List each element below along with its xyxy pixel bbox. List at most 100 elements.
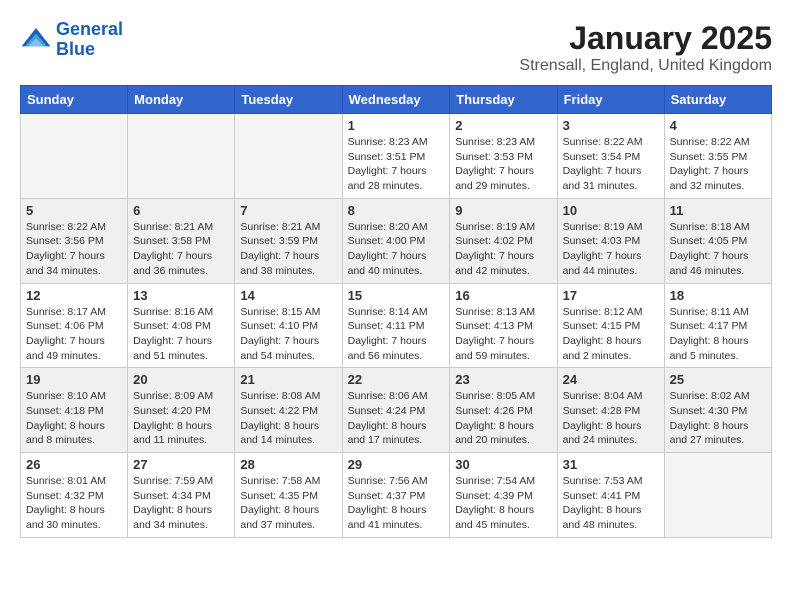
day-info: Sunrise: 8:22 AMSunset: 3:55 PMDaylight:… <box>670 135 766 194</box>
logo-text: General Blue <box>56 20 123 60</box>
calendar: Sunday Monday Tuesday Wednesday Thursday… <box>20 85 772 538</box>
day-number: 3 <box>563 118 659 133</box>
day-info: Sunrise: 8:22 AMSunset: 3:56 PMDaylight:… <box>26 220 122 279</box>
table-row: 17Sunrise: 8:12 AMSunset: 4:15 PMDayligh… <box>557 283 664 368</box>
day-info: Sunrise: 8:20 AMSunset: 4:00 PMDaylight:… <box>348 220 445 279</box>
day-info: Sunrise: 8:21 AMSunset: 3:59 PMDaylight:… <box>240 220 336 279</box>
table-row: 28 Sunrise: 7:58 AMSunset: 4:35 PMDayligh… <box>235 453 342 538</box>
day-info: Sunrise: 8:15 AMSunset: 4:10 PMDaylight:… <box>240 305 336 364</box>
day-number: 11 <box>670 203 766 218</box>
header-sunday: Sunday <box>21 86 128 114</box>
calendar-week-row: 5 Sunrise: 8:22 AMSunset: 3:56 PMDaylight… <box>21 198 772 283</box>
day-number: 27 <box>133 457 229 472</box>
calendar-week-row: 12 Sunrise: 8:17 AMSunset: 4:06 PMDayligh… <box>21 283 772 368</box>
table-row <box>21 114 128 199</box>
table-row: 10 Sunrise: 8:19 AMSunset: 4:03 PMDayligh… <box>557 198 664 283</box>
table-row: 2 Sunrise: 8:23 AMSunset: 3:53 PMDaylight… <box>450 114 557 199</box>
month-title: January 2025 <box>519 20 772 57</box>
day-info: Sunrise: 8:04 AMSunset: 4:28 PMDaylight:… <box>563 389 659 448</box>
table-row: 18 Sunrise: 8:11 AMSunset: 4:17 PMDayligh… <box>664 283 771 368</box>
table-row: 15Sunrise: 8:14 AMSunset: 4:11 PMDayligh… <box>342 283 450 368</box>
day-info: Sunrise: 8:12 AMSunset: 4:15 PMDaylight:… <box>563 305 659 364</box>
table-row: 21 Sunrise: 8:08 AMSunset: 4:22 PMDayligh… <box>235 368 342 453</box>
table-row <box>235 114 342 199</box>
day-number: 24 <box>563 372 659 387</box>
table-row: 22 Sunrise: 8:06 AMSunset: 4:24 PMDayligh… <box>342 368 450 453</box>
day-info: Sunrise: 8:17 AMSunset: 4:06 PMDaylight:… <box>26 305 122 364</box>
day-number: 25 <box>670 372 766 387</box>
table-row: 3 Sunrise: 8:22 AMSunset: 3:54 PMDaylight… <box>557 114 664 199</box>
table-row: 13Sunrise: 8:16 AMSunset: 4:08 PMDayligh… <box>128 283 235 368</box>
day-number: 19 <box>26 372 122 387</box>
calendar-week-row: 26 Sunrise: 8:01 AMSunset: 4:32 PMDayligh… <box>21 453 772 538</box>
day-info: Sunrise: 8:22 AMSunset: 3:54 PMDaylight:… <box>563 135 659 194</box>
day-number: 4 <box>670 118 766 133</box>
day-info: Sunrise: 8:08 AMSunset: 4:22 PMDaylight:… <box>240 389 336 448</box>
day-info: Sunrise: 8:06 AMSunset: 4:24 PMDaylight:… <box>348 389 445 448</box>
day-number: 9 <box>455 203 551 218</box>
day-info: Sunrise: 7:53 AMSunset: 4:41 PMDaylight:… <box>563 474 659 533</box>
day-number: 29 <box>348 457 445 472</box>
day-info: Sunrise: 8:19 AMSunset: 4:03 PMDaylight:… <box>563 220 659 279</box>
table-row: 8 Sunrise: 8:20 AMSunset: 4:00 PMDaylight… <box>342 198 450 283</box>
day-number: 23 <box>455 372 551 387</box>
day-number: 16 <box>455 288 551 303</box>
day-number: 18 <box>670 288 766 303</box>
day-info: Sunrise: 8:23 AMSunset: 3:53 PMDaylight:… <box>455 135 551 194</box>
header-thursday: Thursday <box>450 86 557 114</box>
day-number: 12 <box>26 288 122 303</box>
day-number: 31 <box>563 457 659 472</box>
day-number: 14 <box>240 288 336 303</box>
table-row: 30 Sunrise: 7:54 AMSunset: 4:39 PMDayligh… <box>450 453 557 538</box>
header-wednesday: Wednesday <box>342 86 450 114</box>
day-number: 20 <box>133 372 229 387</box>
day-info: Sunrise: 7:54 AMSunset: 4:39 PMDaylight:… <box>455 474 551 533</box>
table-row: 4 Sunrise: 8:22 AMSunset: 3:55 PMDaylight… <box>664 114 771 199</box>
table-row: 27 Sunrise: 7:59 AMSunset: 4:34 PMDayligh… <box>128 453 235 538</box>
table-row: 12 Sunrise: 8:17 AMSunset: 4:06 PMDayligh… <box>21 283 128 368</box>
day-info: Sunrise: 7:56 AMSunset: 4:37 PMDaylight:… <box>348 474 445 533</box>
day-info: Sunrise: 8:19 AMSunset: 4:02 PMDaylight:… <box>455 220 551 279</box>
day-number: 21 <box>240 372 336 387</box>
calendar-week-row: 19 Sunrise: 8:10 AMSunset: 4:18 PMDayligh… <box>21 368 772 453</box>
day-info: Sunrise: 8:21 AMSunset: 3:58 PMDaylight:… <box>133 220 229 279</box>
table-row: 1Sunrise: 8:23 AMSunset: 3:51 PMDaylight… <box>342 114 450 199</box>
header-tuesday: Tuesday <box>235 86 342 114</box>
day-info: Sunrise: 8:01 AMSunset: 4:32 PMDaylight:… <box>26 474 122 533</box>
logo-icon <box>20 24 52 56</box>
day-number: 2 <box>455 118 551 133</box>
table-row: 26 Sunrise: 8:01 AMSunset: 4:32 PMDayligh… <box>21 453 128 538</box>
day-number: 6 <box>133 203 229 218</box>
table-row: 5 Sunrise: 8:22 AMSunset: 3:56 PMDaylight… <box>21 198 128 283</box>
day-info: Sunrise: 7:59 AMSunset: 4:34 PMDaylight:… <box>133 474 229 533</box>
header-friday: Friday <box>557 86 664 114</box>
table-row: 11 Sunrise: 8:18 AMSunset: 4:05 PMDayligh… <box>664 198 771 283</box>
day-info: Sunrise: 8:14 AMSunset: 4:11 PMDaylight:… <box>348 305 445 364</box>
header-monday: Monday <box>128 86 235 114</box>
logo: General Blue <box>20 20 123 60</box>
day-number: 26 <box>26 457 122 472</box>
day-info: Sunrise: 8:13 AMSunset: 4:13 PMDaylight:… <box>455 305 551 364</box>
day-info: Sunrise: 8:05 AMSunset: 4:26 PMDaylight:… <box>455 389 551 448</box>
table-row: 25Sunrise: 8:02 AMSunset: 4:30 PMDayligh… <box>664 368 771 453</box>
table-row: 6 Sunrise: 8:21 AMSunset: 3:58 PMDaylight… <box>128 198 235 283</box>
day-info: Sunrise: 7:58 AMSunset: 4:35 PMDaylight:… <box>240 474 336 533</box>
day-number: 5 <box>26 203 122 218</box>
table-row <box>128 114 235 199</box>
day-number: 8 <box>348 203 445 218</box>
day-number: 10 <box>563 203 659 218</box>
header-saturday: Saturday <box>664 86 771 114</box>
table-row <box>664 453 771 538</box>
table-row: 23 Sunrise: 8:05 AMSunset: 4:26 PMDayligh… <box>450 368 557 453</box>
table-row: 20 Sunrise: 8:09 AMSunset: 4:20 PMDayligh… <box>128 368 235 453</box>
day-number: 1 <box>348 118 445 133</box>
day-number: 22 <box>348 372 445 387</box>
day-number: 28 <box>240 457 336 472</box>
day-number: 30 <box>455 457 551 472</box>
day-info: Sunrise: 8:09 AMSunset: 4:20 PMDaylight:… <box>133 389 229 448</box>
day-info: Sunrise: 8:18 AMSunset: 4:05 PMDaylight:… <box>670 220 766 279</box>
page-header: General Blue January 2025 Strensall, Eng… <box>20 20 772 75</box>
day-info: Sunrise: 8:10 AMSunset: 4:18 PMDaylight:… <box>26 389 122 448</box>
calendar-week-row: 1Sunrise: 8:23 AMSunset: 3:51 PMDaylight… <box>21 114 772 199</box>
day-info: Sunrise: 8:11 AMSunset: 4:17 PMDaylight:… <box>670 305 766 364</box>
